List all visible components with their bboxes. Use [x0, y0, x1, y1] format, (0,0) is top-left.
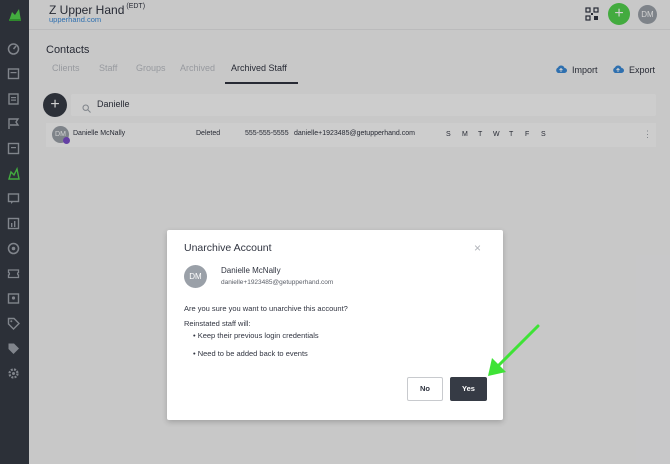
bullet-credentials: • Keep their previous login credentials	[193, 331, 319, 340]
annotation-arrow-icon	[484, 322, 544, 380]
avatar: DM	[184, 265, 207, 288]
modal-staff-email: danielle+1923485@getupperhand.com	[221, 279, 334, 286]
reinstated-subtitle: Reinstated staff will:	[184, 319, 251, 328]
confirm-question: Are you sure you want to unarchive this …	[184, 304, 348, 313]
modal-staff-name: Danielle McNally	[221, 266, 281, 275]
close-icon[interactable]: ×	[474, 241, 481, 255]
unarchive-modal: Unarchive Account × DM Danielle McNally …	[167, 230, 503, 420]
no-button[interactable]: No	[407, 377, 443, 401]
yes-button[interactable]: Yes	[450, 377, 487, 401]
modal-title: Unarchive Account	[184, 242, 272, 254]
bullet-events: • Need to be added back to events	[193, 349, 308, 358]
